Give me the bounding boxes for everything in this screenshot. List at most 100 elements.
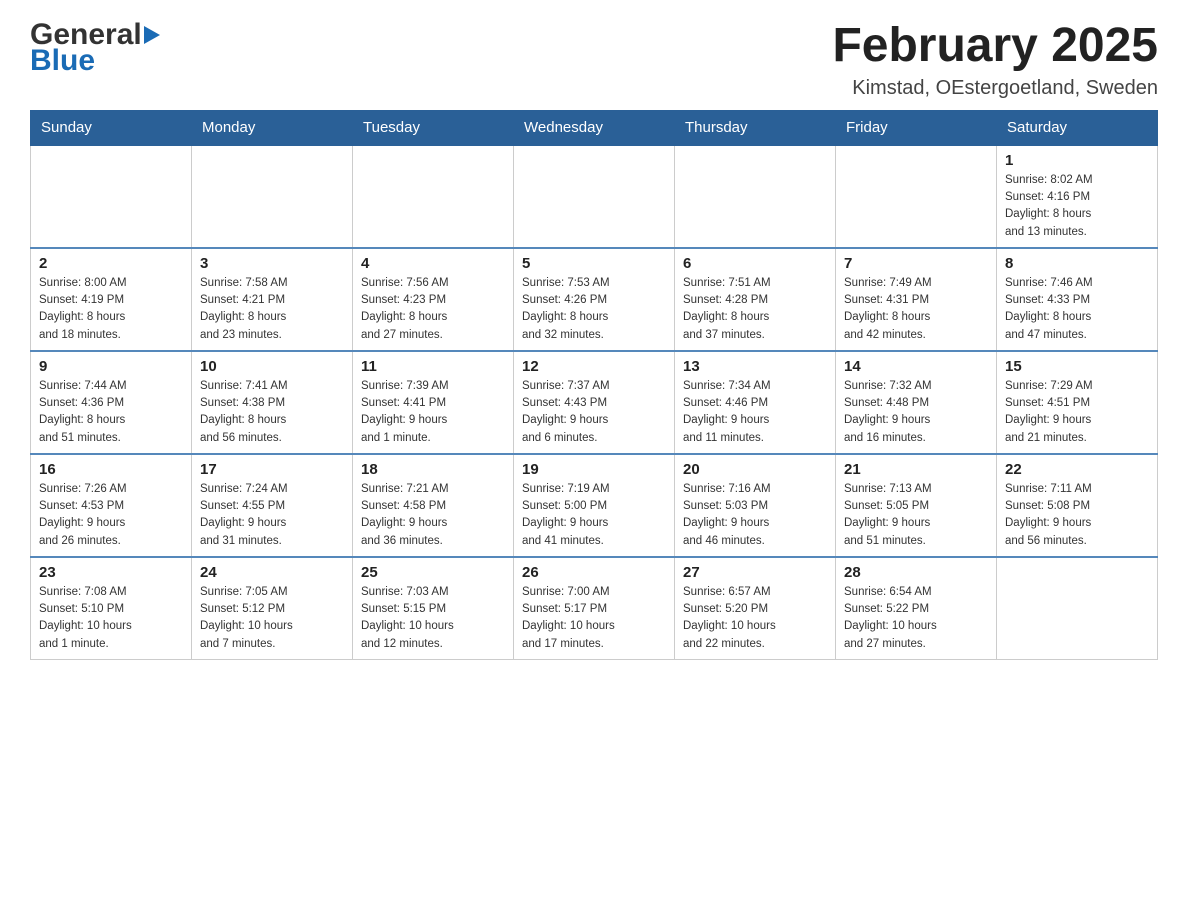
- calendar-cell: 4 Sunrise: 7:56 AM Sunset: 4:23 PM Daylig…: [353, 248, 514, 351]
- calendar-week-row: 23 Sunrise: 7:08 AM Sunset: 5:10 PM Dayli…: [31, 557, 1158, 660]
- calendar-cell: 22Sunrise: 7:11 AM Sunset: 5:08 PM Dayli…: [997, 454, 1158, 557]
- day-info: Sunrise: 7:41 AM Sunset: 4:38 PM Dayligh…: [200, 378, 344, 447]
- day-of-week-header: Sunday: [31, 110, 192, 145]
- day-info: Sunrise: 7:21 AM Sunset: 4:58 PM Dayligh…: [361, 481, 505, 550]
- day-number: 19: [522, 461, 666, 478]
- day-info: Sunrise: 7:58 AM Sunset: 4:21 PM Dayligh…: [200, 275, 344, 344]
- location-subtitle: Kimstad, OEstergoetland, Sweden: [832, 77, 1158, 100]
- day-number: 2: [39, 255, 183, 272]
- calendar-cell: 28 Sunrise: 6:54 AM Sunset: 5:22 PM Dayli…: [836, 557, 997, 660]
- day-info: Sunrise: 7:13 AM Sunset: 5:05 PM Dayligh…: [844, 481, 988, 550]
- day-info: Sunrise: 7:53 AM Sunset: 4:26 PM Dayligh…: [522, 275, 666, 344]
- calendar-cell: 17 Sunrise: 7:24 AM Sunset: 4:55 PM Dayli…: [192, 454, 353, 557]
- day-info: Sunrise: 7:56 AM Sunset: 4:23 PM Dayligh…: [361, 275, 505, 344]
- day-number: 20: [683, 461, 827, 478]
- calendar-cell: 9 Sunrise: 7:44 AM Sunset: 4:36 PM Daylig…: [31, 351, 192, 454]
- calendar-cell: 27Sunrise: 6:57 AM Sunset: 5:20 PM Dayli…: [675, 557, 836, 660]
- calendar-week-row: 16Sunrise: 7:26 AM Sunset: 4:53 PM Dayli…: [31, 454, 1158, 557]
- page-header: General Blue February 2025 Kimstad, OEst…: [30, 20, 1158, 100]
- day-number: 12: [522, 358, 666, 375]
- day-number: 11: [361, 358, 505, 375]
- day-number: 24: [200, 564, 344, 581]
- day-info: Sunrise: 7:26 AM Sunset: 4:53 PM Dayligh…: [39, 481, 183, 550]
- logo-blue-text: Blue: [30, 46, 95, 76]
- calendar-cell: 19 Sunrise: 7:19 AM Sunset: 5:00 PM Dayli…: [514, 454, 675, 557]
- calendar-cell: 21 Sunrise: 7:13 AM Sunset: 5:05 PM Dayli…: [836, 454, 997, 557]
- day-info: Sunrise: 6:54 AM Sunset: 5:22 PM Dayligh…: [844, 584, 988, 653]
- title-area: February 2025 Kimstad, OEstergoetland, S…: [832, 20, 1158, 100]
- day-number: 6: [683, 255, 827, 272]
- calendar-cell: 14 Sunrise: 7:32 AM Sunset: 4:48 PM Dayli…: [836, 351, 997, 454]
- calendar-cell: 12 Sunrise: 7:37 AM Sunset: 4:43 PM Dayli…: [514, 351, 675, 454]
- calendar-cell: 13 Sunrise: 7:34 AM Sunset: 4:46 PM Dayli…: [675, 351, 836, 454]
- day-info: Sunrise: 7:46 AM Sunset: 4:33 PM Dayligh…: [1005, 275, 1149, 344]
- day-number: 22: [1005, 461, 1149, 478]
- day-number: 18: [361, 461, 505, 478]
- day-number: 8: [1005, 255, 1149, 272]
- day-number: 14: [844, 358, 988, 375]
- calendar-cell: 3 Sunrise: 7:58 AM Sunset: 4:21 PM Daylig…: [192, 248, 353, 351]
- day-of-week-header: Friday: [836, 110, 997, 145]
- day-info: Sunrise: 7:03 AM Sunset: 5:15 PM Dayligh…: [361, 584, 505, 653]
- day-info: Sunrise: 7:05 AM Sunset: 5:12 PM Dayligh…: [200, 584, 344, 653]
- logo: General Blue: [30, 20, 160, 76]
- calendar-cell: [675, 145, 836, 248]
- calendar-cell: [353, 145, 514, 248]
- day-number: 23: [39, 564, 183, 581]
- calendar-cell: 1 Sunrise: 8:02 AM Sunset: 4:16 PM Daylig…: [997, 145, 1158, 248]
- day-number: 5: [522, 255, 666, 272]
- calendar-week-row: 9 Sunrise: 7:44 AM Sunset: 4:36 PM Daylig…: [31, 351, 1158, 454]
- calendar-cell: 11 Sunrise: 7:39 AM Sunset: 4:41 PM Dayli…: [353, 351, 514, 454]
- day-of-week-header: Thursday: [675, 110, 836, 145]
- day-info: Sunrise: 7:19 AM Sunset: 5:00 PM Dayligh…: [522, 481, 666, 550]
- day-number: 26: [522, 564, 666, 581]
- calendar-cell: 16Sunrise: 7:26 AM Sunset: 4:53 PM Dayli…: [31, 454, 192, 557]
- day-number: 10: [200, 358, 344, 375]
- day-info: Sunrise: 7:24 AM Sunset: 4:55 PM Dayligh…: [200, 481, 344, 550]
- calendar-table: SundayMondayTuesdayWednesdayThursdayFrid…: [30, 110, 1158, 660]
- day-of-week-header: Monday: [192, 110, 353, 145]
- calendar-cell: 18 Sunrise: 7:21 AM Sunset: 4:58 PM Dayli…: [353, 454, 514, 557]
- day-info: Sunrise: 7:39 AM Sunset: 4:41 PM Dayligh…: [361, 378, 505, 447]
- calendar-cell: 6Sunrise: 7:51 AM Sunset: 4:28 PM Daylig…: [675, 248, 836, 351]
- calendar-cell: 8 Sunrise: 7:46 AM Sunset: 4:33 PM Daylig…: [997, 248, 1158, 351]
- day-number: 27: [683, 564, 827, 581]
- day-number: 7: [844, 255, 988, 272]
- day-info: Sunrise: 8:00 AM Sunset: 4:19 PM Dayligh…: [39, 275, 183, 344]
- day-of-week-header: Saturday: [997, 110, 1158, 145]
- day-info: Sunrise: 7:08 AM Sunset: 5:10 PM Dayligh…: [39, 584, 183, 653]
- calendar-cell: 20 Sunrise: 7:16 AM Sunset: 5:03 PM Dayli…: [675, 454, 836, 557]
- calendar-cell: 2 Sunrise: 8:00 AM Sunset: 4:19 PM Daylig…: [31, 248, 192, 351]
- day-of-week-header: Wednesday: [514, 110, 675, 145]
- day-info: Sunrise: 7:32 AM Sunset: 4:48 PM Dayligh…: [844, 378, 988, 447]
- day-info: Sunrise: 8:02 AM Sunset: 4:16 PM Dayligh…: [1005, 172, 1149, 241]
- day-of-week-header: Tuesday: [353, 110, 514, 145]
- day-info: Sunrise: 7:29 AM Sunset: 4:51 PM Dayligh…: [1005, 378, 1149, 447]
- day-info: Sunrise: 7:44 AM Sunset: 4:36 PM Dayligh…: [39, 378, 183, 447]
- logo-arrow-icon: [144, 26, 160, 44]
- calendar-week-row: 2 Sunrise: 8:00 AM Sunset: 4:19 PM Daylig…: [31, 248, 1158, 351]
- day-number: 28: [844, 564, 988, 581]
- calendar-cell: 23 Sunrise: 7:08 AM Sunset: 5:10 PM Dayli…: [31, 557, 192, 660]
- day-number: 25: [361, 564, 505, 581]
- calendar-week-row: 1 Sunrise: 8:02 AM Sunset: 4:16 PM Daylig…: [31, 145, 1158, 248]
- day-number: 15: [1005, 358, 1149, 375]
- day-info: Sunrise: 7:00 AM Sunset: 5:17 PM Dayligh…: [522, 584, 666, 653]
- day-info: Sunrise: 7:49 AM Sunset: 4:31 PM Dayligh…: [844, 275, 988, 344]
- month-title: February 2025: [832, 20, 1158, 73]
- day-info: Sunrise: 7:37 AM Sunset: 4:43 PM Dayligh…: [522, 378, 666, 447]
- calendar-cell: [514, 145, 675, 248]
- day-number: 3: [200, 255, 344, 272]
- day-number: 9: [39, 358, 183, 375]
- day-info: Sunrise: 7:16 AM Sunset: 5:03 PM Dayligh…: [683, 481, 827, 550]
- calendar-header-row: SundayMondayTuesdayWednesdayThursdayFrid…: [31, 110, 1158, 145]
- calendar-cell: [997, 557, 1158, 660]
- calendar-cell: 7 Sunrise: 7:49 AM Sunset: 4:31 PM Daylig…: [836, 248, 997, 351]
- day-number: 21: [844, 461, 988, 478]
- day-number: 4: [361, 255, 505, 272]
- day-number: 13: [683, 358, 827, 375]
- day-number: 1: [1005, 152, 1149, 169]
- calendar-cell: 26 Sunrise: 7:00 AM Sunset: 5:17 PM Dayli…: [514, 557, 675, 660]
- day-info: Sunrise: 7:34 AM Sunset: 4:46 PM Dayligh…: [683, 378, 827, 447]
- day-number: 17: [200, 461, 344, 478]
